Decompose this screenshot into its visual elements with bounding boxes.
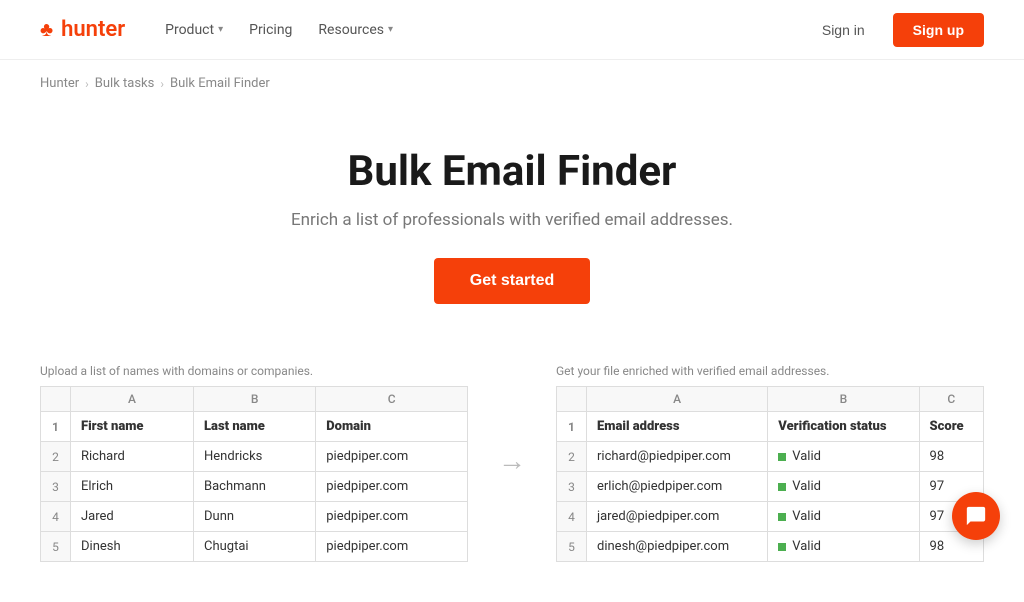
cell-score: 98 bbox=[919, 442, 983, 472]
chevron-down-icon: ▾ bbox=[218, 24, 223, 35]
cell-status: Valid bbox=[768, 532, 919, 562]
cell-domain: piedpiper.com bbox=[316, 442, 468, 472]
col-header-b: B bbox=[768, 387, 919, 412]
cell-status: Valid bbox=[768, 502, 919, 532]
col-header-a: A bbox=[71, 387, 194, 412]
row-num: 5 bbox=[41, 532, 71, 562]
left-table-label: Upload a list of names with domains or c… bbox=[40, 364, 468, 378]
nav-pricing[interactable]: Pricing bbox=[239, 16, 302, 44]
valid-dot-icon bbox=[778, 453, 786, 461]
nav-pricing-label: Pricing bbox=[249, 22, 292, 38]
nav-resources[interactable]: Resources ▾ bbox=[308, 16, 403, 44]
cell-domain-header: Domain bbox=[316, 412, 468, 442]
signin-button[interactable]: Sign in bbox=[810, 16, 877, 44]
row-num: 1 bbox=[41, 412, 71, 442]
breadcrumb-sep: › bbox=[160, 77, 164, 91]
cell-status: Valid bbox=[768, 472, 919, 502]
table-row: 1 Email address Verification status Scor… bbox=[557, 412, 984, 442]
arrow-right-icon: → bbox=[498, 444, 526, 477]
table-row: 5 dinesh@piedpiper.com Valid 98 bbox=[557, 532, 984, 562]
breadcrumb-bulk-email-finder[interactable]: Bulk Email Finder bbox=[170, 76, 270, 91]
row-num: 3 bbox=[41, 472, 71, 502]
left-table-wrapper: Upload a list of names with domains or c… bbox=[40, 364, 468, 562]
breadcrumb-bulk-tasks[interactable]: Bulk tasks bbox=[95, 76, 155, 91]
cell-firstname: Elrich bbox=[71, 472, 194, 502]
row-num: 4 bbox=[41, 502, 71, 532]
chevron-down-icon: ▾ bbox=[388, 24, 393, 35]
left-table: A B C 1 First name Last name Domain 2 Ri… bbox=[40, 386, 468, 562]
table-row: 1 First name Last name Domain bbox=[41, 412, 468, 442]
cell-lastname: Bachmann bbox=[194, 472, 316, 502]
cell-firstname: Richard bbox=[71, 442, 194, 472]
right-table-label: Get your file enriched with verified ema… bbox=[556, 364, 984, 378]
cell-email: jared@piedpiper.com bbox=[587, 502, 768, 532]
col-header-empty bbox=[557, 387, 587, 412]
nav-links: Product ▾ Pricing Resources ▾ bbox=[155, 16, 403, 44]
page-title: Bulk Email Finder bbox=[20, 147, 1004, 196]
cell-firstname: Dinesh bbox=[71, 532, 194, 562]
nav-left: ♣ hunter Product ▾ Pricing Resources ▾ bbox=[40, 16, 403, 44]
arrow-divider: → bbox=[498, 364, 526, 477]
hero-section: Bulk Email Finder Enrich a list of profe… bbox=[0, 107, 1024, 334]
row-num: 2 bbox=[41, 442, 71, 472]
right-table: A B C 1 Email address Verification statu… bbox=[556, 386, 984, 562]
table-row: 4 jared@piedpiper.com Valid 97 bbox=[557, 502, 984, 532]
breadcrumb-hunter[interactable]: Hunter bbox=[40, 76, 79, 91]
breadcrumb: Hunter › Bulk tasks › Bulk Email Finder bbox=[0, 60, 1024, 107]
row-num: 5 bbox=[557, 532, 587, 562]
logo[interactable]: ♣ hunter bbox=[40, 17, 125, 42]
nav-right: Sign in Sign up bbox=[810, 13, 984, 47]
row-num: 1 bbox=[557, 412, 587, 442]
cell-email: erlich@piedpiper.com bbox=[587, 472, 768, 502]
valid-dot-icon bbox=[778, 513, 786, 521]
cell-domain: piedpiper.com bbox=[316, 502, 468, 532]
cell-lastname: Hendricks bbox=[194, 442, 316, 472]
row-num: 3 bbox=[557, 472, 587, 502]
cell-email-header: Email address bbox=[587, 412, 768, 442]
valid-dot-icon bbox=[778, 483, 786, 491]
cell-status-header: Verification status bbox=[768, 412, 919, 442]
breadcrumb-sep: › bbox=[85, 77, 89, 91]
logo-leaf-icon: ♣ bbox=[40, 17, 53, 42]
cell-lastname: Dunn bbox=[194, 502, 316, 532]
cell-firstname-header: First name bbox=[71, 412, 194, 442]
logo-text: hunter bbox=[61, 17, 125, 42]
row-num: 2 bbox=[557, 442, 587, 472]
nav-resources-label: Resources bbox=[318, 22, 384, 38]
row-num: 4 bbox=[557, 502, 587, 532]
cell-score-header: Score bbox=[919, 412, 983, 442]
col-header-b: B bbox=[194, 387, 316, 412]
nav-product-label: Product bbox=[165, 22, 214, 38]
col-header-c: C bbox=[919, 387, 983, 412]
table-row: 2 Richard Hendricks piedpiper.com bbox=[41, 442, 468, 472]
cell-domain: piedpiper.com bbox=[316, 532, 468, 562]
table-row: 3 erlich@piedpiper.com Valid 97 bbox=[557, 472, 984, 502]
valid-dot-icon bbox=[778, 543, 786, 551]
chat-icon bbox=[965, 505, 987, 527]
get-started-button[interactable]: Get started bbox=[434, 258, 590, 304]
cell-lastname: Chugtai bbox=[194, 532, 316, 562]
table-row: 5 Dinesh Chugtai piedpiper.com bbox=[41, 532, 468, 562]
nav-product[interactable]: Product ▾ bbox=[155, 16, 233, 44]
col-header-c: C bbox=[316, 387, 468, 412]
cell-firstname: Jared bbox=[71, 502, 194, 532]
chat-bubble-button[interactable] bbox=[952, 492, 1000, 540]
col-header-a: A bbox=[587, 387, 768, 412]
navbar: ♣ hunter Product ▾ Pricing Resources ▾ S… bbox=[0, 0, 1024, 60]
cell-domain: piedpiper.com bbox=[316, 472, 468, 502]
hero-subtitle: Enrich a list of professionals with veri… bbox=[20, 210, 1004, 230]
cell-email: richard@piedpiper.com bbox=[587, 442, 768, 472]
cell-email: dinesh@piedpiper.com bbox=[587, 532, 768, 562]
table-row: 2 richard@piedpiper.com Valid 98 bbox=[557, 442, 984, 472]
tables-section: Upload a list of names with domains or c… bbox=[0, 334, 1024, 602]
cell-lastname-header: Last name bbox=[194, 412, 316, 442]
table-row: 4 Jared Dunn piedpiper.com bbox=[41, 502, 468, 532]
signup-button[interactable]: Sign up bbox=[893, 13, 984, 47]
col-header-empty bbox=[41, 387, 71, 412]
table-row: 3 Elrich Bachmann piedpiper.com bbox=[41, 472, 468, 502]
right-table-wrapper: Get your file enriched with verified ema… bbox=[556, 364, 984, 562]
cell-status: Valid bbox=[768, 442, 919, 472]
